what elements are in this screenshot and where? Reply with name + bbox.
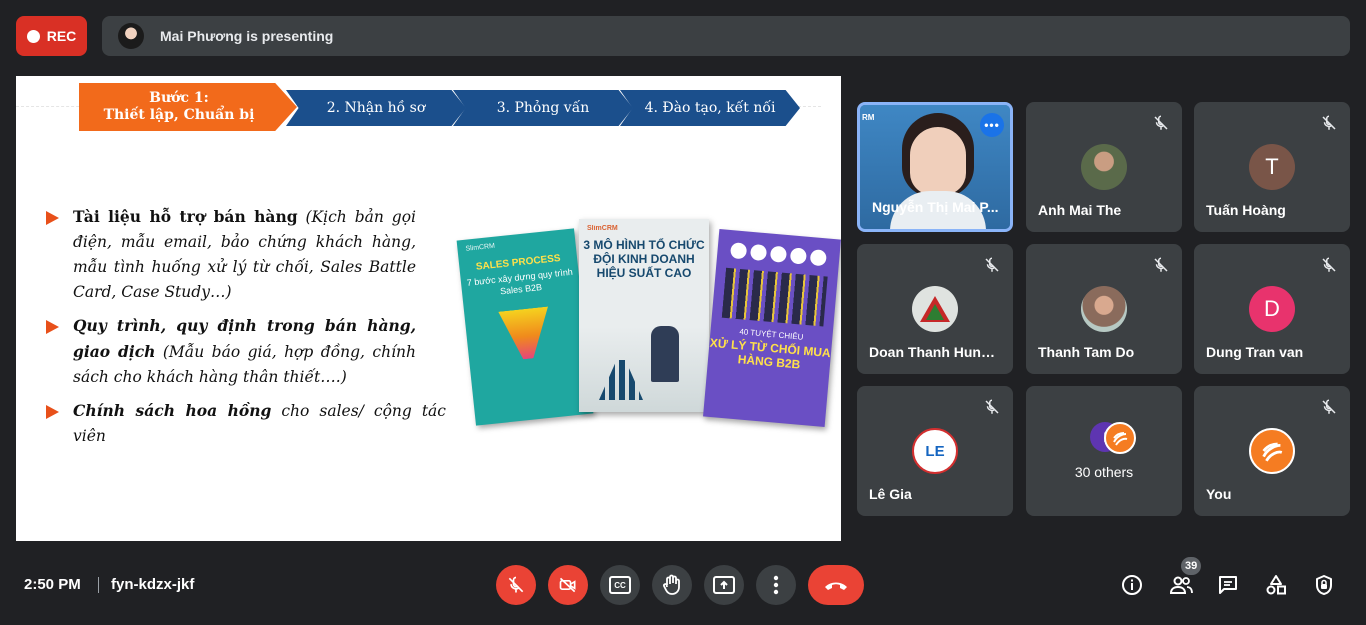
present-icon (713, 576, 735, 594)
participant-name: Dung Tran van (1206, 344, 1304, 360)
team-illustration (579, 326, 709, 412)
speech-bubbles-illustration (717, 241, 840, 268)
book-cover-sales-process: SlimCRM SALES PROCESS 7 bước xây dựng qu… (456, 228, 594, 426)
book-cover-objection-handling: 40 TUYỆT CHIÊU XỬ LÝ TỪ CHỐI MUA HÀNG B2… (703, 229, 841, 427)
meeting-time: 2:50 PM (24, 576, 81, 593)
swirl-logo-icon (1113, 432, 1128, 446)
captions-button[interactable]: CC (600, 565, 640, 605)
chat-button[interactable] (1213, 570, 1243, 600)
slide-bullet: Tài liệu hỗ trợ bán hàng (Kịch bản gọi đ… (46, 204, 416, 305)
more-options-button[interactable]: ••• (980, 113, 1004, 137)
slide-step-4: 4. Đào tạo, kết nối (620, 90, 800, 126)
participant-name: Nguyễn Thị Mai P... (872, 199, 999, 215)
present-screen-button[interactable] (704, 565, 744, 605)
hand-icon (663, 574, 680, 595)
mic-off-icon (1154, 257, 1168, 272)
participant-name: Thanh Tam Do (1038, 344, 1135, 360)
activities-icon (1266, 575, 1286, 595)
slide-step-3: 3. Phỏng vấn (453, 90, 633, 126)
bullet-arrow-icon (46, 320, 59, 334)
mic-off-icon (985, 399, 999, 414)
more-vert-icon (773, 575, 779, 595)
mic-off-icon (1322, 115, 1336, 130)
step-1-line1: Bước 1: (149, 89, 209, 106)
swirl-logo-icon (1262, 442, 1283, 462)
camera-off-icon (559, 577, 576, 593)
mic-off-icon (985, 257, 999, 272)
presenter-text: Mai Phương is presenting (160, 28, 334, 44)
recording-indicator[interactable]: REC (16, 16, 87, 56)
mic-off-icon (1154, 115, 1168, 130)
info-icon (1122, 575, 1142, 595)
leave-call-button[interactable] (808, 565, 864, 605)
bullet-bold: Tài liệu hỗ trợ bán hàng (73, 207, 298, 226)
step-1-line2: Thiết lập, Chuẩn bị (103, 107, 255, 123)
raise-hand-button[interactable] (652, 565, 692, 605)
participant-avatar (1081, 144, 1127, 190)
slide-step-2: 2. Nhận hồ sơ (286, 90, 466, 126)
camera-toggle-button[interactable] (548, 565, 588, 605)
people-illustration (721, 267, 828, 327)
more-options-button[interactable] (756, 565, 796, 605)
funnel-illustration (498, 306, 553, 361)
cc-label: CC (614, 580, 626, 590)
participant-name: You (1206, 486, 1232, 502)
slide-bullet: Chính sách hoa hồng cho sales/ cộng tác … (46, 398, 446, 449)
meeting-details-button[interactable] (1117, 570, 1147, 600)
participant-avatar (912, 286, 958, 332)
presenter-bar: Mai Phương is presenting (102, 16, 1350, 56)
book-cover-sales-team: SlimCRM 3 MÔ HÌNH TỔ CHỨC ĐỘI KINH DOANH… (579, 219, 709, 412)
triangle-logo-icon (920, 296, 950, 322)
bullet-bold: Chính sách hoa hồng (73, 401, 272, 420)
participant-tile[interactable]: LE Lê Gia (857, 386, 1013, 516)
video-tag: RM (862, 113, 875, 122)
presenter-avatar (118, 23, 144, 49)
book-brand: SlimCRM (465, 242, 496, 253)
participant-avatar: LE (912, 428, 958, 474)
participant-tile-active[interactable]: RM ••• Nguyễn Thị Mai P... (857, 102, 1013, 232)
participant-tile[interactable]: T Tuấn Hoàng (1194, 102, 1350, 232)
record-dot-icon (26, 29, 40, 43)
participant-tile[interactable]: D Dung Tran van (1194, 244, 1350, 374)
participant-name: Doan Thanh Hung ... (869, 344, 1003, 360)
mic-off-icon (1322, 399, 1336, 414)
participant-avatar (1104, 422, 1136, 454)
participant-tile[interactable]: Doan Thanh Hung ... (857, 244, 1013, 374)
divider (98, 577, 99, 593)
slide-step-1: Bước 1: Thiết lập, Chuẩn bị (79, 83, 297, 131)
participant-name: Anh Mai The (1038, 202, 1122, 218)
presented-slide: Bước 1: Thiết lập, Chuẩn bị 2. Nhận hồ s… (16, 76, 841, 541)
slide-bullet: Quy trình, quy định trong bán hàng, giao… (46, 313, 416, 390)
book-title: 3 MÔ HÌNH TỔ CHỨC ĐỘI KINH DOANH HIỆU SU… (583, 238, 705, 280)
participant-name: Tuấn Hoàng (1206, 202, 1286, 218)
participant-tile-self[interactable]: You (1194, 386, 1350, 516)
hang-up-icon (825, 582, 847, 590)
book-brand: SlimCRM (587, 225, 618, 232)
participant-avatar (1081, 286, 1127, 332)
participant-face (910, 127, 966, 195)
people-icon (1169, 576, 1193, 594)
others-count: 30 others (1074, 464, 1134, 480)
bullet-arrow-icon (46, 211, 59, 225)
rec-label: REC (46, 28, 77, 44)
mic-off-icon (1322, 257, 1336, 272)
shield-lock-icon (1316, 575, 1332, 595)
bullet-arrow-icon (46, 405, 59, 419)
chat-icon (1219, 576, 1237, 594)
le-logo-icon: LE (925, 442, 945, 460)
participant-avatar: D (1249, 286, 1295, 332)
meeting-code: fyn-kdzx-jkf (111, 576, 195, 593)
activities-button[interactable] (1261, 570, 1291, 600)
participant-tile[interactable]: Thanh Tam Do (1026, 244, 1182, 374)
mic-off-icon (508, 576, 524, 593)
participant-name: Lê Gia (869, 486, 912, 502)
others-tile[interactable]: I 30 others (1026, 386, 1182, 516)
participant-avatar (1249, 428, 1295, 474)
mic-toggle-button[interactable] (496, 565, 536, 605)
participant-avatar: T (1249, 144, 1295, 190)
slide-bullet-list: Tài liệu hỗ trợ bán hàng (Kịch bản gọi đ… (46, 204, 446, 457)
participant-tile[interactable]: Anh Mai The (1026, 102, 1182, 232)
people-count-badge: 39 (1181, 557, 1202, 575)
host-controls-button[interactable] (1309, 570, 1339, 600)
